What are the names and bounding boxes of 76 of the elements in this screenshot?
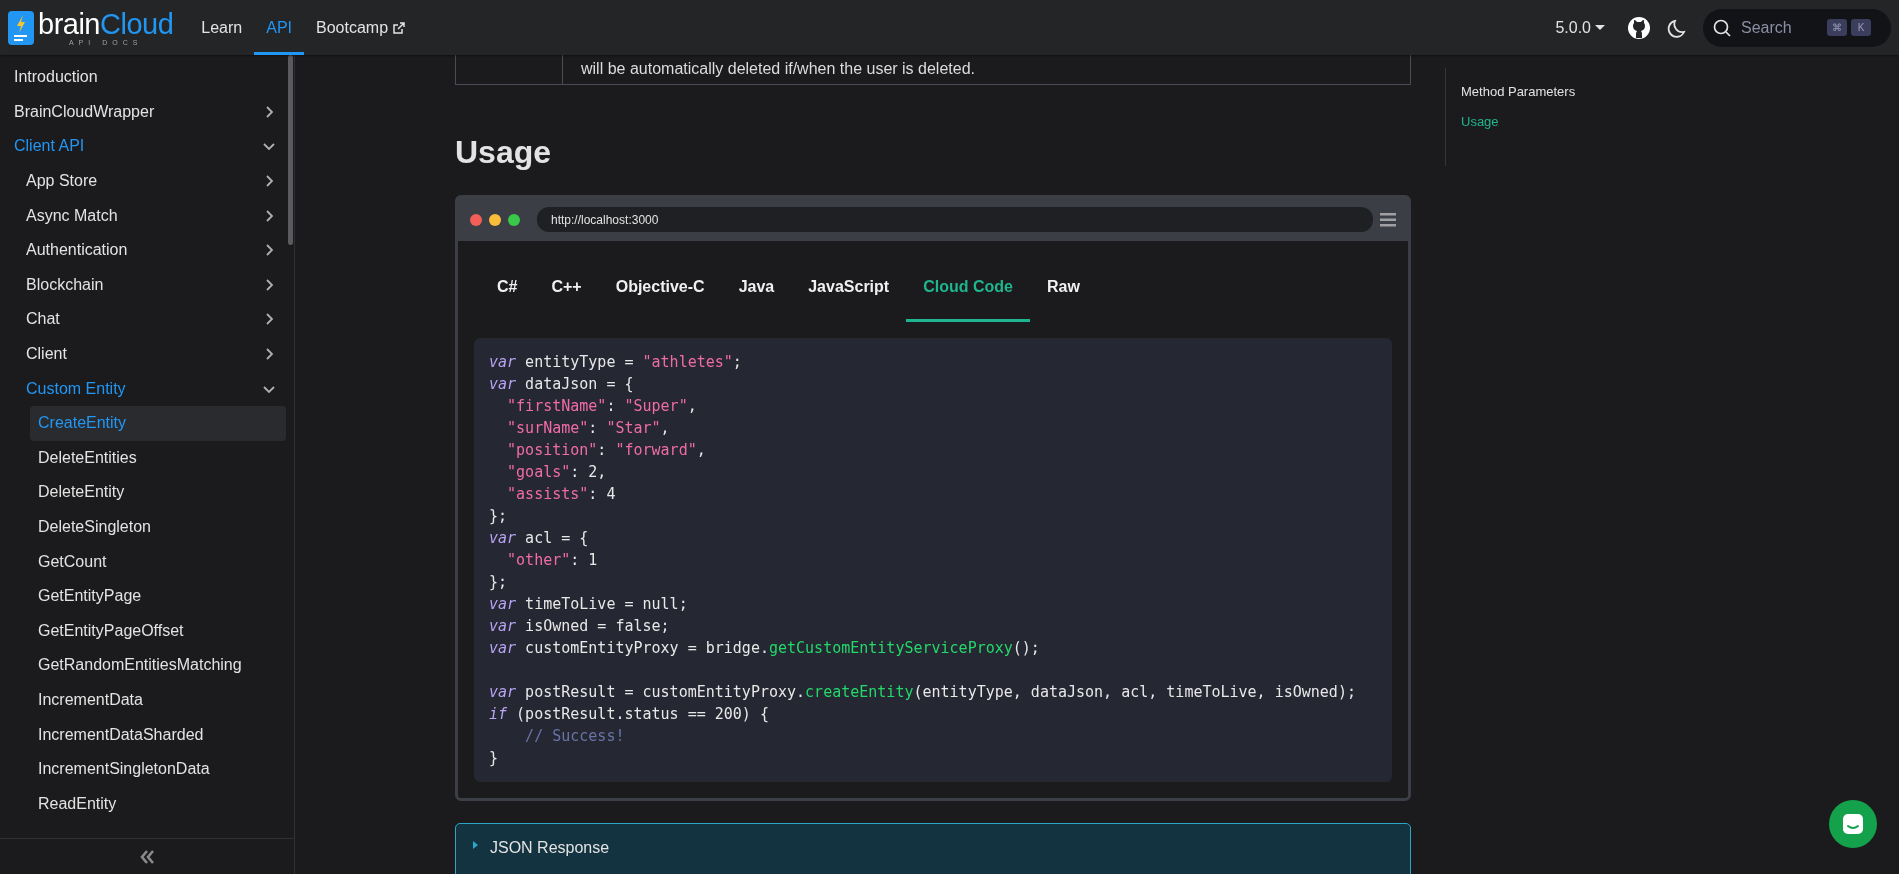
- sidebar-item[interactable]: GetEntityPageOffset: [30, 613, 286, 649]
- sidebar-item[interactable]: GetCount: [30, 544, 286, 579]
- toc-link[interactable]: Usage: [1461, 111, 1576, 131]
- chat-button[interactable]: [1829, 800, 1877, 848]
- address-bar: http://localhost:3000: [537, 207, 1373, 233]
- code-line: "other": 1: [506, 550, 599, 572]
- logo-text: brainCloud: [38, 9, 174, 39]
- code-line: // Success!: [524, 726, 626, 748]
- nav-link[interactable]: Bootcamp: [304, 0, 418, 55]
- code-line: };: [489, 572, 509, 594]
- nav-link[interactable]: Learn: [189, 0, 255, 55]
- search-bar[interactable]: Search ⌘ K: [1703, 8, 1891, 47]
- code-line: "assists": 4: [506, 484, 617, 506]
- code-tab[interactable]: Cloud Code: [906, 255, 1030, 323]
- sidebar-item[interactable]: Async Match: [18, 198, 286, 233]
- sidebar-item[interactable]: IncrementData: [30, 682, 286, 718]
- search-icon: [1713, 18, 1731, 37]
- code-line: "position": "forward",: [506, 440, 707, 462]
- key-hint: K: [1851, 19, 1871, 36]
- key-hint: ⌘: [1827, 19, 1847, 36]
- code-line: var acl = {: [489, 528, 590, 550]
- github-button[interactable]: [1627, 15, 1651, 40]
- code-line: var dataJson = {: [489, 374, 635, 396]
- code-tab[interactable]: JavaScript: [791, 255, 907, 323]
- code-line: var entityType = "athletes";: [489, 352, 743, 374]
- logo-icon: [8, 10, 34, 45]
- code-line: "firstName": "Super",: [506, 396, 698, 418]
- window-dot: [470, 213, 482, 226]
- code-line: if (postResult.status == 200) {: [489, 704, 770, 726]
- code-line: "goals": 2,: [506, 462, 608, 484]
- code-line: var customEntityProxy = bridge.getCustomEntityServiceProxy();: [489, 638, 1041, 660]
- sidebar-item[interactable]: Blockchain: [18, 267, 286, 303]
- sidebar-item[interactable]: GetEntityPage: [30, 578, 286, 614]
- sidebar-item[interactable]: Introduction: [6, 60, 286, 95]
- code-line: var postResult = customEntityProxy.createEntity(entityType, dataJson, acl, timeToLive, isOwned);: [489, 682, 1357, 704]
- code-tab[interactable]: C++: [534, 255, 599, 323]
- search-input[interactable]: Search: [1739, 14, 1819, 41]
- moon-icon: [1667, 18, 1687, 39]
- sidebar-item[interactable]: IncrementSingletonData: [30, 751, 286, 787]
- code-tab[interactable]: Objective-C: [598, 255, 722, 323]
- sidebar-item[interactable]: App Store: [18, 163, 286, 199]
- sidebar-item[interactable]: DeleteEntities: [30, 440, 286, 476]
- caret-icon: [1595, 25, 1605, 30]
- details-toggle[interactable]: JSON Response: [455, 823, 1411, 874]
- sidebar-item[interactable]: IncrementDataSharded: [30, 717, 286, 752]
- table-cell-text: will be automatically deleted if/when the user is deleted.: [580, 59, 975, 79]
- code-line: };: [489, 506, 509, 528]
- sidebar-item[interactable]: CreateEntity: [30, 405, 286, 441]
- toc-link[interactable]: Method Parameters: [1461, 82, 1576, 102]
- sidebar-item[interactable]: DeleteSingleton: [30, 509, 286, 545]
- sidebar-item[interactable]: Client API: [6, 129, 286, 164]
- code-line: var timeToLive = null;: [489, 594, 689, 616]
- sidebar-item[interactable]: Authentication: [18, 232, 286, 268]
- double-chevron-icon: [139, 848, 155, 865]
- code-line: var isOwned = false;: [489, 616, 671, 638]
- section-heading: Usage: [455, 133, 553, 172]
- sidebar-item[interactable]: GetRandomEntitiesMatching: [30, 648, 286, 683]
- code-tab[interactable]: C#: [480, 255, 535, 323]
- github-icon: [1627, 15, 1651, 40]
- window-dot: [489, 213, 501, 226]
- code-tab[interactable]: Raw: [1029, 255, 1097, 323]
- code-tab[interactable]: Java: [721, 255, 792, 323]
- window-dot: [508, 213, 520, 226]
- sidebar-item[interactable]: ReadEntity: [30, 786, 286, 822]
- scrollbar[interactable]: [288, 55, 293, 245]
- code-line: }: [489, 748, 500, 770]
- sidebar-item[interactable]: Custom Entity: [18, 371, 286, 406]
- code-line: "surName": "Star",: [506, 418, 671, 440]
- caret-icon: [472, 841, 480, 852]
- sidebar-item[interactable]: BrainCloudWrapper: [6, 94, 286, 130]
- sidebar-item[interactable]: Chat: [18, 302, 286, 337]
- sidebar-item[interactable]: DeleteEntity: [30, 475, 286, 510]
- menu-icon: [1380, 212, 1396, 227]
- chat-icon: [1841, 812, 1865, 836]
- version-dropdown[interactable]: 5.0.0: [1549, 14, 1611, 41]
- sidebar-item[interactable]: Client: [18, 336, 286, 372]
